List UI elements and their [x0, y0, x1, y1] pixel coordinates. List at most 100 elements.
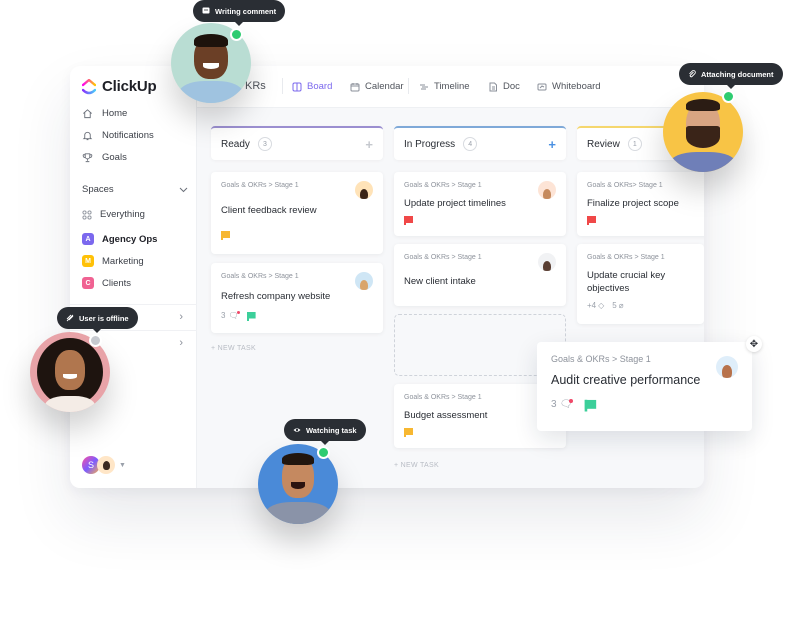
whiteboard-icon	[537, 83, 547, 90]
task-path: Goals & OKRs > Stage 1	[404, 182, 482, 189]
user-avatar[interactable]	[97, 456, 115, 474]
offline-status-indicator	[89, 334, 102, 347]
space-marketing-label: Marketing	[102, 255, 144, 267]
add-task-icon[interactable]: +	[365, 137, 373, 152]
task-title: Update crucial key objectives	[587, 270, 666, 294]
assignee-avatar[interactable]	[355, 272, 373, 290]
comment-icon[interactable]: 🗨	[228, 311, 240, 320]
task-title: New client intake	[404, 276, 476, 287]
column-header: Ready 3 +	[211, 126, 383, 160]
tab-whiteboard[interactable]: Whiteboard	[537, 81, 601, 92]
tab-calendar[interactable]: Calendar	[350, 81, 404, 92]
paperclip-icon	[689, 70, 696, 78]
assignee-avatar[interactable]	[716, 356, 738, 378]
avatar-attaching-document	[663, 92, 743, 172]
space-agency-ops[interactable]: A Agency Ops	[82, 233, 157, 245]
task-title: Audit creative performance	[551, 373, 701, 387]
priority-flag-icon[interactable]	[587, 216, 596, 225]
priority-flag-icon[interactable]	[221, 231, 230, 240]
user-menu[interactable]: S ▼	[82, 456, 126, 474]
column-title: Review	[587, 138, 620, 150]
offline-icon	[66, 314, 74, 322]
presence-status-text: Writing comment	[215, 6, 277, 16]
space-everything[interactable]: Everything	[82, 209, 145, 220]
space-agency-ops-label: Agency Ops	[102, 233, 158, 245]
tab-timeline[interactable]: Timeline	[419, 81, 470, 92]
tab-timeline-label: Timeline	[434, 81, 470, 92]
chevron-down-icon[interactable]	[179, 187, 188, 193]
task-path: Goals & OKRs > Stage 1	[221, 273, 299, 280]
assignee-avatar[interactable]	[355, 181, 373, 199]
task-title: Update project timelines	[404, 198, 506, 209]
task-path: Goals & OKRs > Stage 1	[404, 394, 482, 401]
task-card[interactable]: Goals & OKRs > Stage 1 Update crucial ke…	[577, 244, 704, 324]
online-status-indicator	[722, 90, 735, 103]
column-count: 4	[463, 137, 478, 151]
tab-whiteboard-label: Whiteboard	[552, 81, 601, 92]
task-card[interactable]: Goals & OKRs> Stage 1 Finalize project s…	[577, 172, 704, 236]
comment-count: 3	[551, 399, 557, 410]
sidebar: ClickUp Home Notifications Goals Spaces …	[70, 66, 197, 488]
task-card[interactable]: Goals & OKRs > Stage 1 Client feedback r…	[211, 172, 383, 254]
nav-notifications[interactable]: Notifications	[82, 130, 154, 141]
task-card[interactable]: Goals & OKRs > Stage 1 Refresh company w…	[211, 263, 383, 333]
chevron-right-icon[interactable]: ›	[179, 311, 183, 323]
tag-count: +4	[587, 301, 597, 310]
home-icon	[83, 109, 92, 119]
column-count: 1	[627, 137, 642, 151]
board-icon	[292, 82, 302, 91]
priority-flag-icon[interactable]	[404, 216, 413, 225]
tag-icon[interactable]: ◇	[598, 301, 604, 310]
column-in-progress: In Progress 4 + Goals & OKRs > Stage 1 U…	[394, 126, 566, 469]
tab-doc[interactable]: Doc	[488, 81, 520, 92]
dragging-task-card[interactable]: Goals & OKRs > Stage 1 Audit creative pe…	[537, 342, 752, 431]
task-title: Budget assessment	[404, 410, 488, 421]
assignee-avatar[interactable]	[538, 253, 556, 271]
chevron-right-icon[interactable]: ›	[179, 337, 183, 349]
task-path: Goals & OKRs> Stage 1	[587, 182, 663, 189]
grid-icon	[82, 209, 92, 220]
space-clients[interactable]: C Clients	[82, 277, 131, 289]
comment-icon[interactable]: 🗨	[560, 399, 574, 410]
space-everything-label: Everything	[100, 209, 145, 220]
priority-flag-icon[interactable]	[404, 428, 413, 437]
nav-notifications-label: Notifications	[102, 130, 154, 141]
nav-home-label: Home	[102, 108, 128, 119]
presence-tooltip: Attaching document	[679, 63, 783, 89]
spaces-header[interactable]: Spaces	[82, 184, 188, 195]
task-title: Finalize project scope	[587, 198, 679, 209]
clickup-logo[interactable]: ClickUp	[82, 78, 157, 95]
trophy-icon	[82, 153, 93, 163]
add-task-icon[interactable]: +	[548, 137, 556, 152]
new-task-button[interactable]: + NEW TASK	[211, 345, 256, 352]
task-path: Goals & OKRs > Stage 1	[587, 254, 665, 261]
column-ready: Ready 3 + Goals & OKRs > Stage 1 Client …	[211, 126, 383, 352]
tab-board[interactable]: Board	[292, 81, 332, 92]
presence-status-text: Watching task	[306, 425, 357, 435]
task-title: Client feedback review	[221, 205, 317, 216]
caret-down-icon[interactable]: ▼	[119, 462, 126, 469]
space-marketing[interactable]: M Marketing	[82, 255, 144, 267]
space-badge: M	[82, 255, 94, 267]
nav-goals[interactable]: Goals	[82, 152, 127, 163]
space-badge: C	[82, 277, 94, 289]
presence-tooltip: User is offline	[57, 307, 138, 333]
nav-home[interactable]: Home	[82, 108, 127, 119]
space-badge: A	[82, 233, 94, 245]
task-card[interactable]: Goals & OKRs > Stage 1 Update project ti…	[394, 172, 566, 236]
move-icon[interactable]: ✥	[746, 336, 762, 352]
comment-icon	[202, 7, 210, 14]
eye-icon	[293, 428, 301, 432]
spaces-heading: Spaces	[82, 184, 114, 195]
list-title: KRs	[245, 80, 266, 92]
divider	[282, 78, 283, 94]
paperclip-icon[interactable]: ⌀	[619, 301, 624, 310]
task-card[interactable]: Goals & OKRs > Stage 1 New client intake	[394, 244, 566, 306]
bell-icon	[82, 131, 93, 141]
assignee-avatar[interactable]	[538, 181, 556, 199]
tab-calendar-label: Calendar	[365, 81, 404, 92]
priority-flag-icon[interactable]	[246, 311, 256, 321]
priority-flag-icon[interactable]	[584, 399, 597, 412]
divider	[408, 78, 409, 94]
new-task-button[interactable]: + NEW TASK	[394, 462, 439, 469]
